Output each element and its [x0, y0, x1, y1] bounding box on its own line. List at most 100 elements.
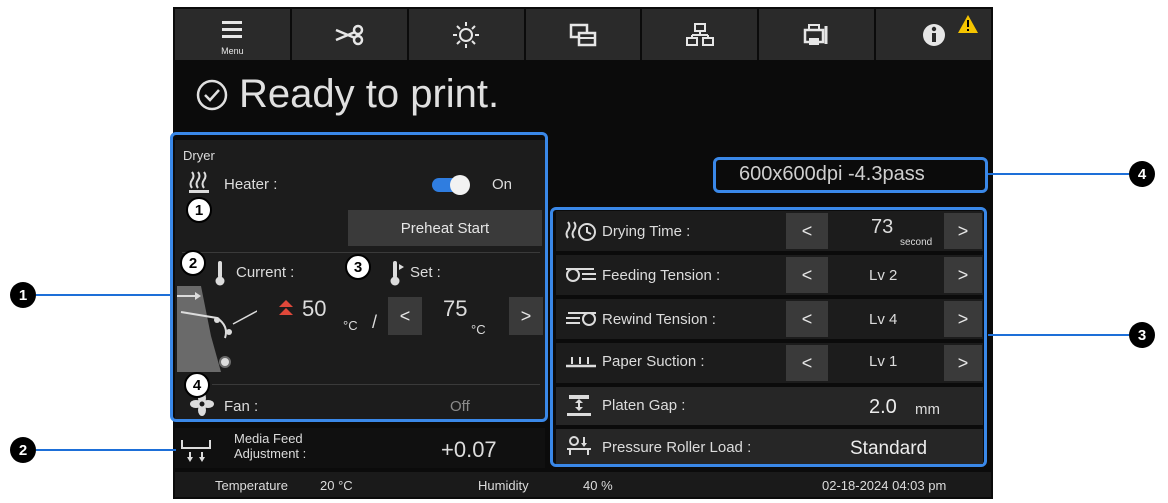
- callout-3-line: [988, 334, 1129, 336]
- menu-label: Menu: [221, 46, 244, 56]
- set-label: Set :: [410, 264, 441, 281]
- feeding-tension-icon: [566, 268, 596, 282]
- drying-time-value: 73: [871, 216, 894, 238]
- callout-2: 2: [10, 437, 36, 463]
- drying-time-icon: [565, 221, 596, 241]
- callout-4-line: [988, 173, 1129, 175]
- current-temp-value: 50: [302, 296, 327, 321]
- feeding-tension-increase[interactable]: >: [944, 257, 982, 293]
- chevron-right-icon: >: [957, 264, 969, 285]
- callout-4: 4: [1129, 161, 1155, 187]
- rewind-tension-icon: [566, 312, 596, 326]
- heater-label: Heater :: [224, 176, 278, 193]
- rewind-tension-label: Rewind Tension :: [602, 311, 716, 328]
- chevron-right-icon: >: [957, 220, 969, 241]
- thermometer-set-icon: [390, 261, 404, 286]
- maintenance-button[interactable]: [759, 9, 875, 60]
- temperature-value: 20 °C: [320, 478, 353, 493]
- datetime: 02-18-2024 04:03 pm: [822, 478, 947, 493]
- rewind-tension-increase[interactable]: >: [944, 301, 982, 337]
- callout-2-line: [36, 449, 176, 451]
- temp-rising-icon: [279, 300, 293, 315]
- menu-button[interactable]: Menu: [175, 9, 290, 60]
- marker-1: 1: [186, 197, 212, 223]
- callout-1-line: [36, 294, 170, 296]
- chevron-left-icon: <: [399, 305, 411, 326]
- printer-maintenance-icon: [803, 23, 828, 45]
- media-path-illustration: [177, 286, 257, 372]
- humidity-label: Humidity: [478, 478, 529, 493]
- divider: [212, 384, 540, 385]
- pressure-roller-label: Pressure Roller Load :: [602, 439, 752, 456]
- cut-button[interactable]: [291, 9, 407, 60]
- media-feed-label-1: Media Feed: [234, 431, 303, 446]
- fan-label: Fan :: [224, 398, 259, 415]
- print-mode[interactable]: 600x600dpi -4.3pass: [713, 157, 988, 193]
- pressure-roller-icon: [567, 436, 591, 455]
- platen-gap-value: 2.0: [869, 396, 897, 418]
- platen-gap-icon: [567, 395, 591, 416]
- heater-button[interactable]: [408, 9, 524, 60]
- marker-2: 2: [180, 250, 206, 276]
- toolbar: Menu: [175, 9, 992, 60]
- humidity-value: 40 %: [583, 478, 613, 493]
- chevron-left-icon: <: [801, 352, 813, 373]
- drying-time-unit: second: [900, 237, 933, 248]
- media-feed-value: +0.07: [441, 437, 497, 462]
- drying-time-label: Drying Time :: [602, 223, 691, 240]
- rewind-tension-decrease[interactable]: <: [786, 301, 828, 337]
- feeding-tension-decrease[interactable]: <: [786, 257, 828, 293]
- platen-gap-unit: mm: [915, 401, 940, 418]
- chevron-right-icon: >: [520, 305, 532, 326]
- set-temp-unit: °C: [471, 322, 486, 337]
- status-text: Ready to print.: [239, 72, 500, 116]
- check-circle-icon: [196, 79, 228, 110]
- windows-icon: [569, 23, 597, 46]
- network-icon: [685, 22, 714, 46]
- callout-3: 3: [1129, 322, 1155, 348]
- drying-time-increase[interactable]: >: [944, 213, 982, 249]
- info-icon: [922, 23, 945, 46]
- current-temp-unit: °C: [343, 318, 358, 333]
- marker-4: 4: [184, 372, 210, 398]
- heater-icon: [189, 171, 209, 193]
- toggle-knob: [450, 175, 470, 195]
- status-bar: Ready to print.: [195, 72, 499, 117]
- print-mode-text: 600x600dpi -4.3pass: [739, 163, 925, 185]
- chevron-left-icon: <: [801, 264, 813, 285]
- set-temp-increase[interactable]: >: [509, 297, 543, 335]
- menu-icon: [222, 20, 243, 38]
- fan-value: Off: [450, 398, 470, 415]
- pressure-roller-value: Standard: [850, 438, 928, 459]
- feeding-tension-value: Lv 2: [869, 267, 898, 284]
- divider: [182, 252, 540, 253]
- set-temp-value: 75: [443, 296, 468, 321]
- chevron-right-icon: >: [957, 308, 969, 329]
- paper-suction-label: Paper Suction :: [602, 353, 705, 370]
- info-button[interactable]: [876, 9, 992, 60]
- feeding-tension-label: Feeding Tension :: [602, 267, 721, 284]
- sun-icon: [453, 21, 480, 48]
- paper-suction-value: Lv 1: [869, 353, 898, 370]
- paper-suction-icon: [566, 357, 596, 368]
- preheat-start-button[interactable]: Preheat Start: [348, 210, 542, 246]
- temp-separator: /: [372, 312, 378, 332]
- paper-suction-increase[interactable]: >: [944, 345, 982, 381]
- media-feed-label-2: Adjustment :: [234, 446, 307, 461]
- callout-1: 1: [10, 282, 36, 308]
- scissors-icon: [335, 24, 364, 45]
- current-label: Current :: [236, 264, 295, 281]
- heater-toggle[interactable]: [432, 175, 470, 195]
- temperature-label: Temperature: [215, 478, 288, 493]
- windows-button[interactable]: [525, 9, 641, 60]
- paper-suction-decrease[interactable]: <: [786, 345, 828, 381]
- platen-gap-label: Platen Gap :: [602, 397, 686, 414]
- marker-3: 3: [345, 254, 371, 280]
- rewind-tension-value: Lv 4: [869, 311, 898, 328]
- chevron-right-icon: >: [957, 352, 969, 373]
- chevron-left-icon: <: [801, 308, 813, 329]
- drying-time-decrease[interactable]: <: [786, 213, 828, 249]
- heater-state: On: [492, 176, 513, 193]
- network-button[interactable]: [642, 9, 758, 60]
- set-temp-decrease[interactable]: <: [388, 297, 422, 335]
